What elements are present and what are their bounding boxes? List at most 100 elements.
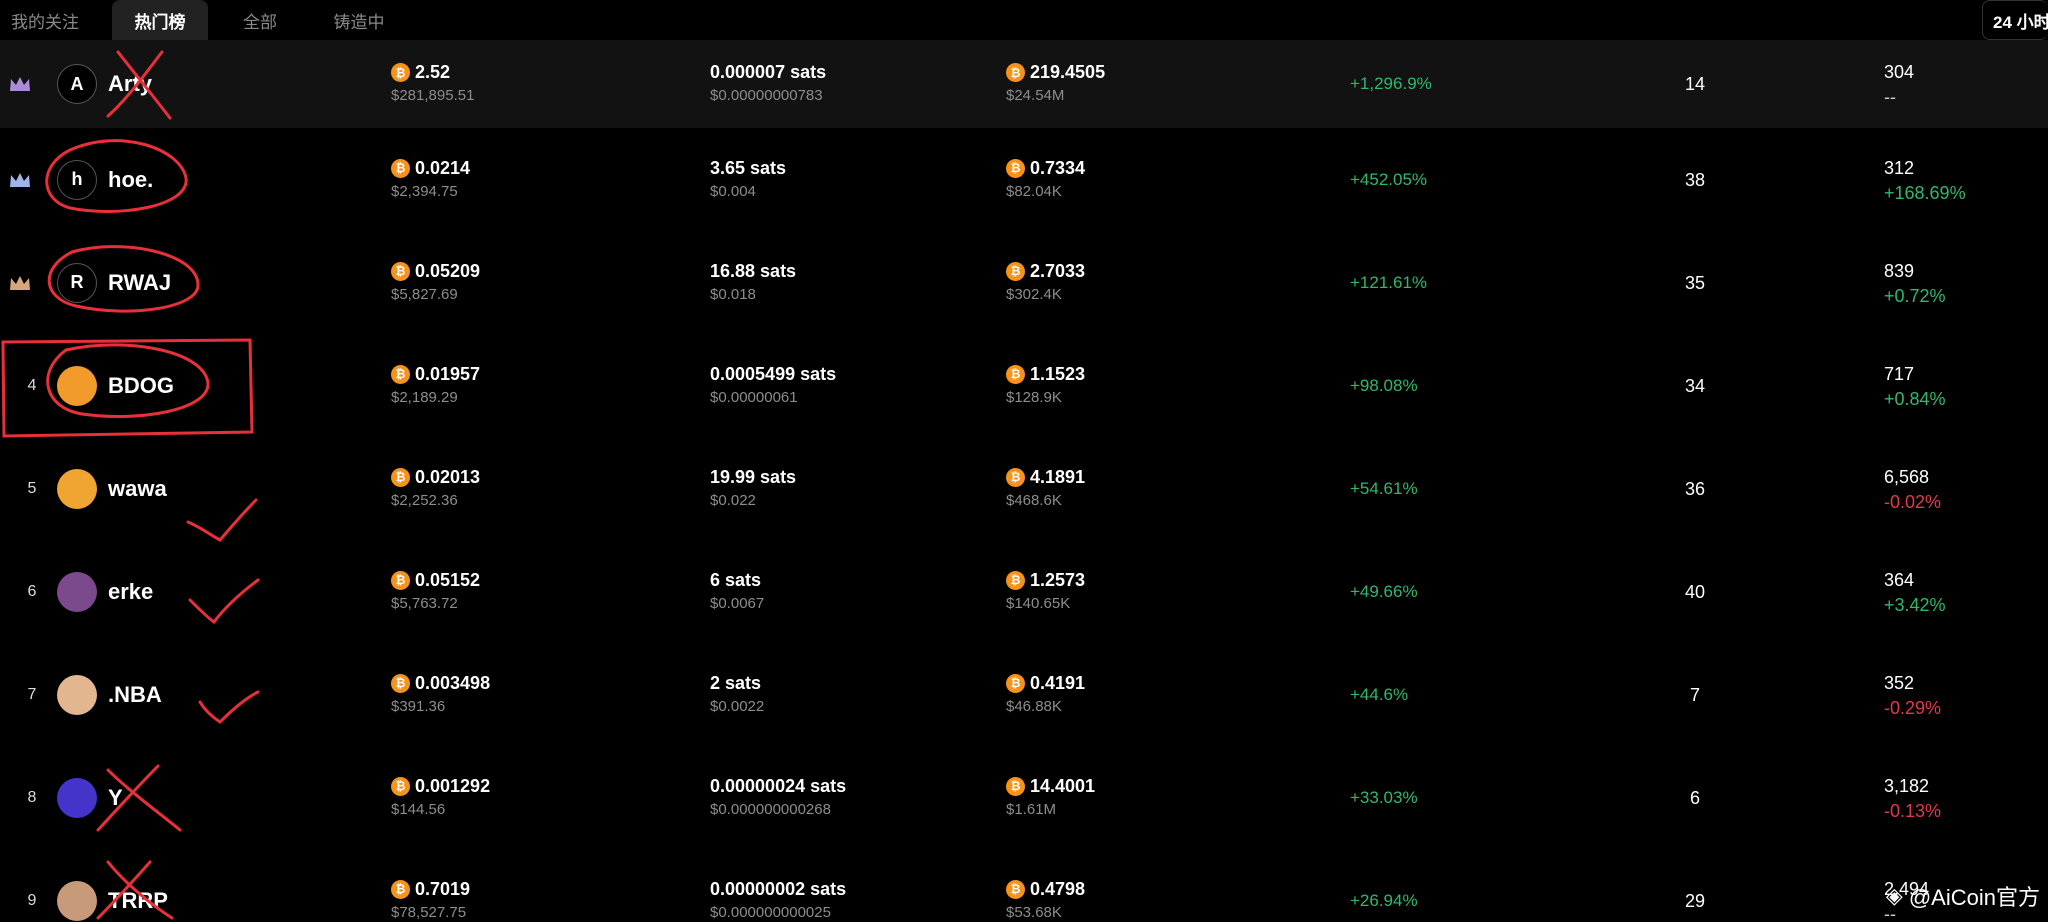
avatar-letter: A bbox=[70, 73, 84, 94]
table-row[interactable]: 9 TRRP ₿ 0.7019 $78,527.75 0.00000002 sats $0.… bbox=[0, 849, 2048, 922]
token-avatar bbox=[57, 880, 97, 921]
holders-count: 352 bbox=[1884, 672, 1915, 693]
rank-number: 4 bbox=[27, 376, 37, 394]
floor-price-usd: $391.36 bbox=[391, 697, 446, 715]
bitcoin-icon: ₿ bbox=[391, 879, 410, 899]
holders-change: +168.69% bbox=[1884, 182, 1966, 203]
price-change: +1,296.9% bbox=[1350, 74, 1432, 93]
tab-minting[interactable]: 铸造中 bbox=[314, 0, 404, 40]
floor-price-btc: 0.001292 bbox=[415, 775, 491, 796]
price-change: +49.66% bbox=[1350, 581, 1418, 601]
table-row[interactable]: 8 Y ₿ 0.001292 $144.56 0.00000024 sats $0.0000… bbox=[0, 746, 2048, 849]
volume-usd: $128.9K bbox=[1006, 388, 1062, 406]
watermark: ◈ @AiCoin官方 bbox=[1886, 880, 2040, 912]
floor-price-btc: 2.52 bbox=[415, 62, 451, 82]
table-row[interactable]: A Arty ₿ 2.52 $281,895.51 0.000007 sats $0.000… bbox=[0, 40, 2048, 128]
token-avatar bbox=[57, 468, 97, 509]
token-name[interactable]: BDOG bbox=[108, 373, 174, 399]
holders-change: -- bbox=[1884, 87, 1896, 107]
holders-count: 312 bbox=[1884, 157, 1915, 178]
table-row[interactable]: 7 .NBA ₿ 0.003498 $391.36 2 sats $0.0022 ₿ 0.419… bbox=[0, 643, 2048, 746]
volume-usd: $24.54M bbox=[1006, 87, 1065, 104]
volume-btc: 14.4001 bbox=[1030, 775, 1096, 796]
floor-price-usd: $5,763.72 bbox=[391, 594, 458, 612]
volume-btc: 0.4191 bbox=[1030, 672, 1086, 693]
floor-price-btc: 0.02013 bbox=[415, 466, 481, 487]
tab-hot-list[interactable]: 热门榜 bbox=[112, 0, 208, 40]
token-name[interactable]: Y bbox=[108, 785, 123, 811]
tab-following[interactable]: 我的关注 bbox=[0, 0, 90, 40]
floor-price-usd: $144.56 bbox=[391, 800, 446, 818]
floor-price-btc: 0.05152 bbox=[415, 569, 481, 590]
price-change: +452.05% bbox=[1350, 169, 1428, 189]
token-avatar bbox=[57, 674, 97, 715]
unit-price-usd: $0.018 bbox=[710, 285, 756, 303]
floor-price-usd: $2,394.75 bbox=[391, 182, 458, 200]
watermark-text: @AiCoin官方 bbox=[1908, 885, 2040, 910]
unit-price-sats: 0.0005499 sats bbox=[710, 363, 837, 384]
bitcoin-icon: ₿ bbox=[1006, 467, 1025, 487]
sales-count: 36 bbox=[1684, 478, 1706, 499]
token-name[interactable]: .NBA bbox=[108, 682, 162, 708]
sales-count: 14 bbox=[1684, 74, 1706, 94]
unit-price-usd: $0.004 bbox=[710, 182, 756, 200]
rank-number: 5 bbox=[27, 479, 37, 497]
unit-price-usd: $0.0022 bbox=[710, 697, 765, 715]
table-row[interactable]: 5 wawa ₿ 0.02013 $2,252.36 19.99 sats $0.022 ₿ 4… bbox=[0, 437, 2048, 540]
volume-usd: $53.68K bbox=[1006, 903, 1062, 921]
volume-usd: $468.6K bbox=[1006, 491, 1062, 509]
volume-btc: 0.7334 bbox=[1030, 157, 1086, 178]
floor-price-usd: $5,827.69 bbox=[391, 285, 458, 303]
token-name[interactable]: Arty bbox=[108, 71, 152, 97]
token-name[interactable]: TRRP bbox=[108, 888, 168, 914]
token-avatar: A bbox=[57, 64, 97, 104]
avatar-letter: h bbox=[71, 169, 83, 189]
unit-price-sats: 16.88 sats bbox=[710, 260, 797, 281]
holders-change: -0.29% bbox=[1884, 697, 1942, 718]
holders-count: 3,182 bbox=[1884, 775, 1930, 796]
crown-icon bbox=[10, 172, 30, 187]
tab-all[interactable]: 全部 bbox=[226, 0, 294, 40]
table-row[interactable]: 4 BDOG ₿ 0.01957 $2,189.29 0.0005499 sats $0.0… bbox=[0, 334, 2048, 437]
floor-price-btc: 0.7019 bbox=[415, 878, 471, 899]
rank-number: 8 bbox=[27, 788, 37, 806]
time-range-selector[interactable]: 24 小时 bbox=[1982, 0, 2048, 40]
table-row[interactable]: R RWAJ ₿ 0.05209 $5,827.69 16.88 sats $0.018 ₿ 2… bbox=[0, 231, 2048, 334]
sales-count: 35 bbox=[1684, 272, 1706, 293]
holders-change: -0.02% bbox=[1884, 491, 1942, 512]
holders-change: -0.13% bbox=[1884, 800, 1942, 821]
volume-btc: 219.4505 bbox=[1030, 62, 1106, 82]
bitcoin-icon: ₿ bbox=[1006, 261, 1025, 281]
crown-icon bbox=[10, 77, 30, 91]
floor-price-btc: 0.01957 bbox=[415, 363, 481, 384]
table-row[interactable]: 6 erke ₿ 0.05152 $5,763.72 6 sats $0.0067 ₿ 1.25… bbox=[0, 540, 2048, 643]
token-name[interactable]: erke bbox=[108, 579, 153, 605]
bitcoin-icon: ₿ bbox=[391, 63, 410, 82]
bitcoin-icon: ₿ bbox=[391, 776, 410, 796]
token-name[interactable]: wawa bbox=[108, 476, 167, 502]
bitcoin-icon: ₿ bbox=[1006, 570, 1025, 590]
floor-price-usd: $2,252.36 bbox=[391, 491, 458, 509]
holders-count: 6,568 bbox=[1884, 466, 1930, 487]
token-name[interactable]: RWAJ bbox=[108, 270, 171, 296]
volume-btc: 2.7033 bbox=[1030, 260, 1086, 281]
token-avatar bbox=[57, 777, 97, 818]
diamond-logo-icon: ◈ bbox=[1885, 883, 1903, 908]
sales-count: 7 bbox=[1689, 684, 1700, 705]
token-avatar: R bbox=[57, 262, 97, 303]
price-change: +44.6% bbox=[1350, 684, 1409, 704]
floor-price-btc: 0.0214 bbox=[415, 157, 471, 178]
holders-count: 839 bbox=[1884, 260, 1915, 281]
price-change: +54.61% bbox=[1350, 478, 1418, 498]
bitcoin-icon: ₿ bbox=[1006, 879, 1025, 899]
token-name[interactable]: hoe. bbox=[108, 167, 153, 193]
bitcoin-icon: ₿ bbox=[391, 570, 410, 590]
table-row[interactable]: h hoe. ₿ 0.0214 $2,394.75 3.65 sats $0.004 ₿ 0.7… bbox=[0, 128, 2048, 231]
bitcoin-icon: ₿ bbox=[1006, 158, 1025, 178]
price-change: +33.03% bbox=[1350, 787, 1418, 807]
ranking-page: 我的关注 热门榜 全部 铸造中 24 小时 A Arty ₿ 2.52 $281,895… bbox=[0, 0, 2048, 922]
bitcoin-icon: ₿ bbox=[1006, 63, 1025, 82]
token-avatar bbox=[57, 365, 97, 406]
unit-price-sats: 19.99 sats bbox=[710, 466, 797, 487]
holders-change: +3.42% bbox=[1884, 594, 1946, 615]
